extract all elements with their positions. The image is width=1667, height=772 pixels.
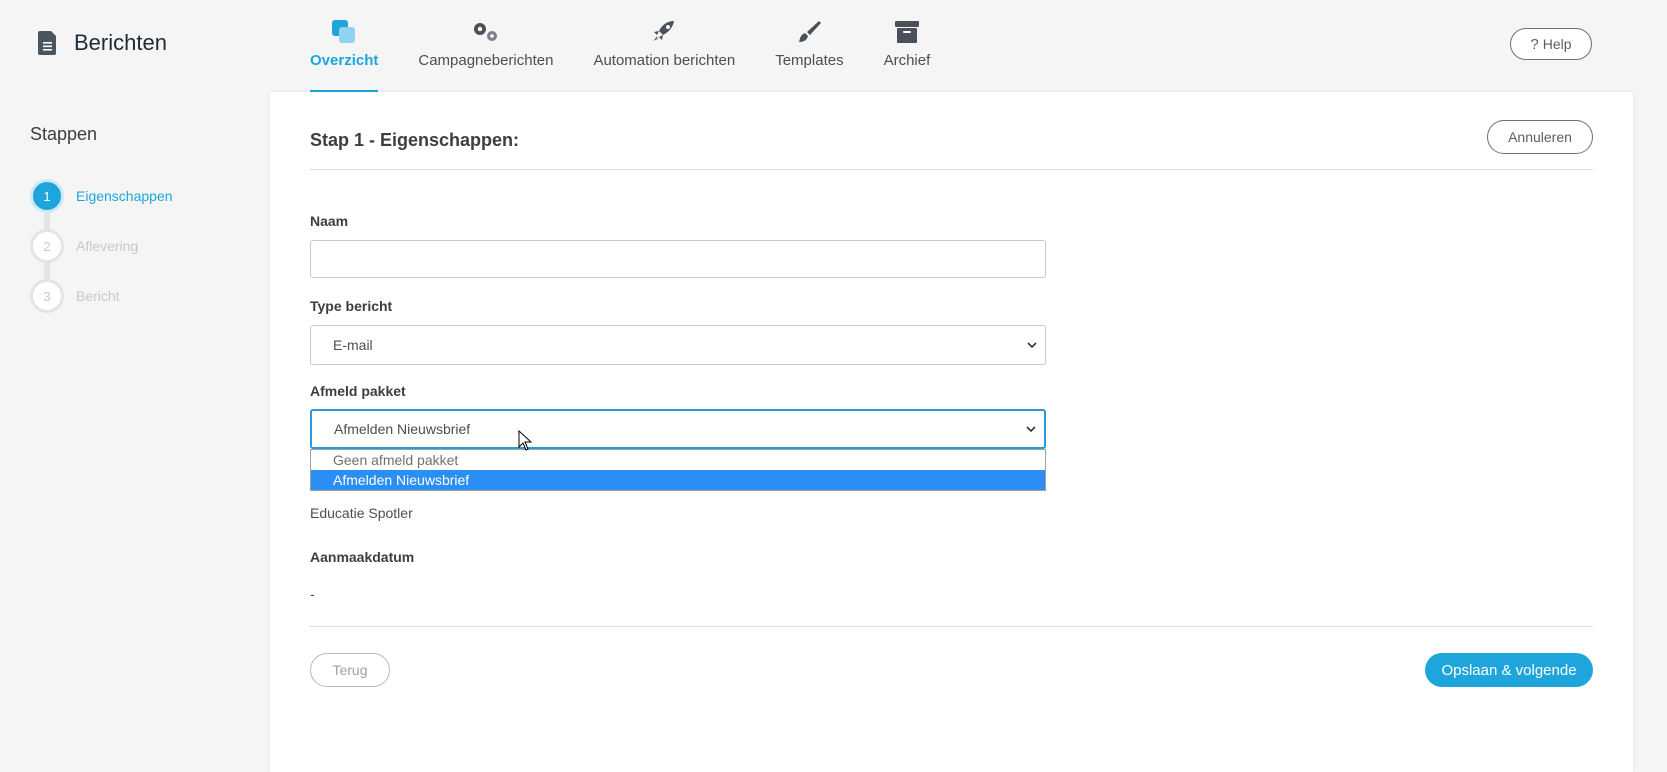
steps-sidebar: Stappen 1 Eigenschappen 2 Aflevering 3 B…: [30, 124, 250, 321]
archive-icon: [884, 18, 931, 46]
mouse-cursor-icon: [518, 430, 532, 451]
step-bericht[interactable]: 3 Bericht: [30, 271, 250, 321]
rocket-icon: [593, 18, 735, 46]
dropdown-option-afmelden[interactable]: Afmelden Nieuwsbrief: [311, 470, 1045, 490]
step-label: Aflevering: [76, 238, 139, 254]
tab-campagneberichten[interactable]: Campagneberichten: [398, 0, 573, 92]
name-label: Naam: [310, 213, 349, 229]
help-button[interactable]: ? Help: [1510, 28, 1592, 60]
type-select[interactable]: E-mail: [310, 325, 1046, 365]
unsubscribe-select[interactable]: Afmelden Nieuwsbrief: [310, 409, 1046, 449]
type-label: Type bericht: [310, 298, 393, 314]
tab-templates[interactable]: Templates: [755, 0, 863, 92]
tab-label: Automation berichten: [593, 52, 736, 69]
chevron-down-icon: [1026, 426, 1036, 433]
gears-icon: [418, 18, 553, 46]
dropdown-option-geen[interactable]: Geen afmeld pakket: [311, 450, 1045, 470]
account-value: Educatie Spotler: [310, 505, 413, 521]
tab-automation-berichten[interactable]: Automation berichten: [573, 0, 755, 92]
steps-list: 1 Eigenschappen 2 Aflevering 3 Bericht: [30, 171, 250, 321]
unsubscribe-dropdown: Geen afmeld pakket Afmelden Nieuwsbrief: [310, 449, 1046, 491]
tab-label: Archief: [883, 52, 931, 69]
step-label: Bericht: [76, 288, 120, 304]
name-input[interactable]: [310, 240, 1046, 278]
cancel-button[interactable]: Annuleren: [1487, 120, 1593, 154]
help-label: Help: [1542, 36, 1572, 52]
step-number: 1: [30, 179, 64, 213]
main-nav: Overzicht Campagneberichten Automation b…: [310, 0, 950, 92]
overview-icon: [310, 18, 378, 46]
step-label: Eigenschappen: [76, 188, 173, 204]
unsubscribe-select-value: Afmelden Nieuwsbrief: [334, 421, 471, 437]
tab-label: Overzicht: [310, 52, 379, 69]
panel-header: Stap 1 - Eigenschappen: Annuleren: [310, 120, 1593, 162]
type-select-value: E-mail: [333, 337, 373, 353]
tab-label: Templates: [775, 52, 844, 69]
document-icon: [38, 31, 56, 55]
step-eigenschappen[interactable]: 1 Eigenschappen: [30, 171, 250, 221]
form-title: Stap 1 - Eigenschappen:: [310, 130, 520, 150]
app-title: Berichten: [38, 30, 167, 56]
brush-icon: [775, 18, 843, 46]
chevron-down-icon: [1027, 342, 1037, 349]
created-value: -: [310, 586, 315, 602]
top-bar: Berichten Overzicht Campagneberichten Au…: [0, 0, 1667, 92]
page-title: Berichten: [74, 30, 167, 55]
step-number: 3: [30, 279, 64, 313]
header-divider: [310, 169, 1593, 170]
back-button[interactable]: Terug: [310, 653, 390, 687]
save-next-button[interactable]: Opslaan & volgende: [1425, 653, 1593, 687]
tab-archief[interactable]: Archief: [864, 0, 951, 92]
unsubscribe-label: Afmeld pakket: [310, 383, 406, 399]
tab-label: Campagneberichten: [418, 52, 554, 69]
created-label: Aanmaakdatum: [310, 549, 415, 565]
tab-overzicht[interactable]: Overzicht: [310, 0, 398, 92]
main-panel: Stap 1 - Eigenschappen: Annuleren Naam T…: [270, 92, 1633, 772]
step-aflevering[interactable]: 2 Aflevering: [30, 221, 250, 271]
steps-heading: Stappen: [30, 124, 98, 144]
question-icon: ?: [1530, 35, 1539, 53]
footer-divider: [310, 626, 1593, 627]
step-number: 2: [30, 229, 64, 263]
